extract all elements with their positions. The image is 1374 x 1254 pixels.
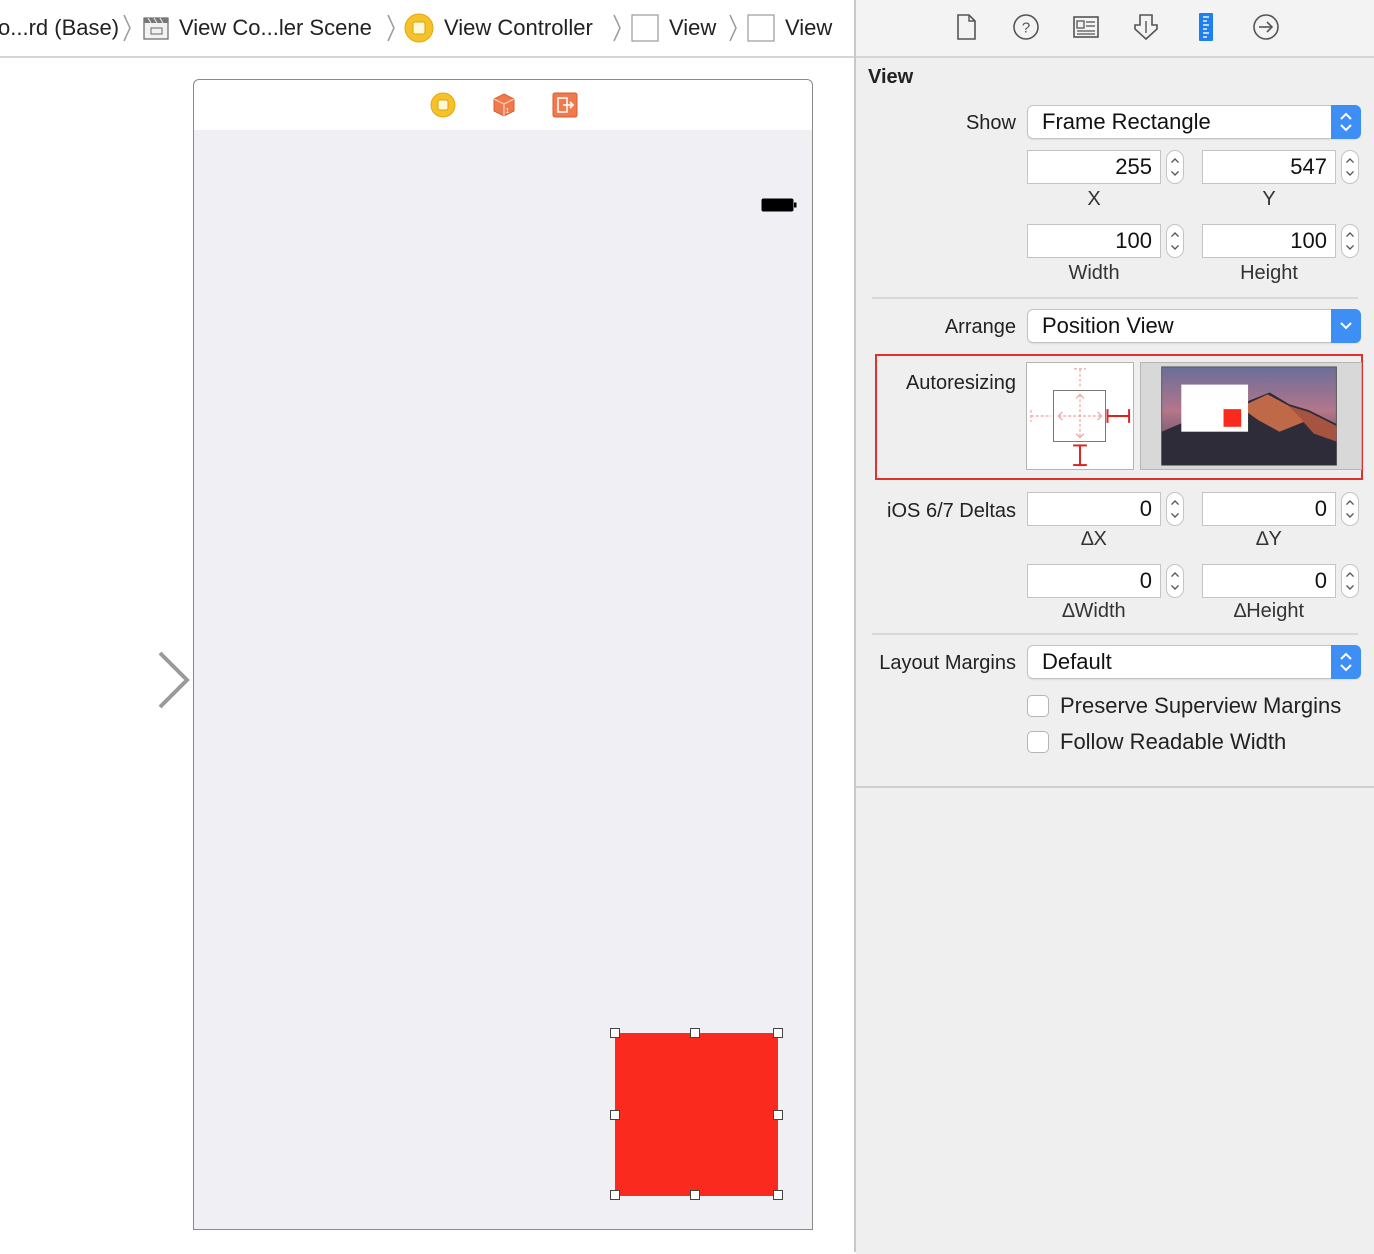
delta-height-stepper[interactable] — [1341, 564, 1359, 598]
inspector-empty-area — [856, 786, 1374, 1254]
arrange-popup[interactable]: Position View — [1027, 309, 1361, 343]
layout-margins-label: Layout Margins — [879, 652, 1016, 674]
arrange-label: Arrange — [944, 316, 1016, 338]
breadcrumb-label: o...rd (Base) — [0, 15, 120, 40]
arrange-popup-value: Position View — [1042, 313, 1174, 338]
breadcrumb-label: View Controller — [444, 15, 593, 40]
attributes-icon[interactable] — [1131, 12, 1161, 42]
divider — [872, 297, 1358, 299]
resize-handle-right[interactable] — [773, 1110, 783, 1120]
resize-handle-left[interactable] — [610, 1110, 620, 1120]
deltas-label: iOS 6/7 Deltas — [887, 500, 1016, 522]
delta-x-stepper[interactable] — [1166, 492, 1184, 526]
file-icon[interactable] — [951, 12, 981, 42]
first-responder-icon[interactable]: 1 — [491, 92, 517, 118]
battery-icon — [761, 198, 797, 212]
delta-y-field[interactable]: 0 — [1202, 492, 1336, 526]
frame-x-field[interactable]: 255 — [1027, 150, 1161, 184]
autoresizing-preview-image — [1140, 362, 1362, 470]
autoresizing-label: Autoresizing — [905, 372, 1016, 394]
frame-width-field[interactable]: 100 — [1027, 224, 1161, 258]
resize-handle-bottom[interactable] — [690, 1190, 700, 1200]
chevron-right-icon — [123, 14, 131, 42]
resize-handle-top-left[interactable] — [610, 1028, 620, 1038]
breadcrumb-item-scene[interactable]: View Co...ler Scene — [143, 0, 372, 56]
frame-height-field[interactable]: 100 — [1202, 224, 1336, 258]
chevron-right-icon — [729, 14, 737, 42]
delta-width-stepper[interactable] — [1166, 564, 1184, 598]
delta-y-stepper[interactable] — [1341, 492, 1359, 526]
exit-icon[interactable] — [552, 92, 578, 118]
breadcrumb-label: View Co...ler Scene — [179, 15, 372, 40]
breadcrumb-item-view[interactable]: View — [631, 0, 716, 56]
help-icon[interactable]: ? — [1011, 12, 1041, 42]
identity-card-icon[interactable] — [1071, 12, 1101, 42]
red-square-view[interactable] — [615, 1033, 778, 1196]
delta-x-label: ∆X — [1081, 528, 1107, 550]
ruler-icon[interactable] — [1191, 12, 1221, 42]
frame-width-label: Width — [1068, 262, 1120, 284]
chevron-down-icon — [1331, 309, 1361, 343]
frame-y-field[interactable]: 547 — [1202, 150, 1336, 184]
divider — [872, 633, 1358, 635]
svg-text:1: 1 — [506, 108, 510, 115]
storyboard-canvas[interactable]: 1 — [0, 58, 854, 1252]
preserve-superview-margins-label: Preserve Superview Margins — [1060, 693, 1342, 718]
delta-height-label: ∆Height — [1233, 600, 1305, 622]
scene-dock: 1 — [193, 79, 813, 131]
breadcrumb-item-view-selected[interactable]: View — [747, 0, 832, 56]
frame-y-stepper[interactable] — [1341, 150, 1359, 184]
delta-y-label: ∆Y — [1256, 528, 1282, 550]
breadcrumb-item-view-controller[interactable]: View Controller — [404, 0, 593, 56]
breadcrumb: o...rd (Base) View Co...ler Scene View C… — [0, 0, 854, 58]
resize-handle-top[interactable] — [690, 1028, 700, 1038]
delta-width-label: ∆Width — [1062, 600, 1126, 622]
breadcrumb-item-storyboard[interactable]: o...rd (Base) — [0, 0, 119, 56]
resize-handle-bottom-right[interactable] — [773, 1190, 783, 1200]
show-label: Show — [965, 112, 1016, 134]
scene-icon — [143, 17, 169, 40]
up-down-chevron-icon — [1331, 645, 1361, 679]
size-inspector-panel: ? View Show Frame Rectangle 255 X 547 Y … — [854, 0, 1374, 1254]
layout-margins-popup[interactable]: Default — [1027, 645, 1361, 679]
delta-x-field[interactable]: 0 — [1027, 492, 1161, 526]
view-controller-icon[interactable] — [430, 92, 456, 118]
show-popup-value: Frame Rectangle — [1042, 109, 1211, 134]
layout-margins-popup-value: Default — [1042, 649, 1112, 674]
view-controller-icon — [404, 13, 434, 43]
breadcrumb-label: View — [669, 15, 717, 40]
view-icon — [631, 14, 659, 42]
delta-height-field[interactable]: 0 — [1202, 564, 1336, 598]
frame-width-stepper[interactable] — [1166, 224, 1184, 258]
frame-y-label: Y — [1262, 188, 1276, 210]
show-popup[interactable]: Frame Rectangle — [1027, 105, 1361, 139]
resize-handle-bottom-left[interactable] — [610, 1190, 620, 1200]
up-down-chevron-icon — [1331, 105, 1361, 139]
inspector-tab-bar: ? — [856, 0, 1374, 58]
autoresizing-mask-control[interactable] — [1026, 362, 1134, 470]
frame-x-stepper[interactable] — [1166, 150, 1184, 184]
follow-readable-width-label: Follow Readable Width — [1060, 729, 1287, 754]
frame-height-label: Height — [1240, 262, 1298, 284]
view-icon — [747, 14, 775, 42]
preserve-superview-margins-checkbox[interactable] — [1027, 695, 1049, 717]
resize-handle-top-right[interactable] — [773, 1028, 783, 1038]
chevron-right-icon — [613, 14, 621, 42]
chevron-right-icon — [387, 14, 395, 42]
svg-text:?: ? — [1022, 20, 1030, 37]
delta-width-field[interactable]: 0 — [1027, 564, 1161, 598]
frame-height-stepper[interactable] — [1341, 224, 1359, 258]
section-title: View — [868, 66, 914, 88]
arrow-circle-icon[interactable] — [1251, 12, 1281, 42]
follow-readable-width-checkbox[interactable] — [1027, 731, 1049, 753]
breadcrumb-label: View — [785, 15, 833, 40]
initial-view-controller-arrow-icon[interactable] — [28, 648, 193, 712]
frame-x-label: X — [1087, 188, 1101, 210]
